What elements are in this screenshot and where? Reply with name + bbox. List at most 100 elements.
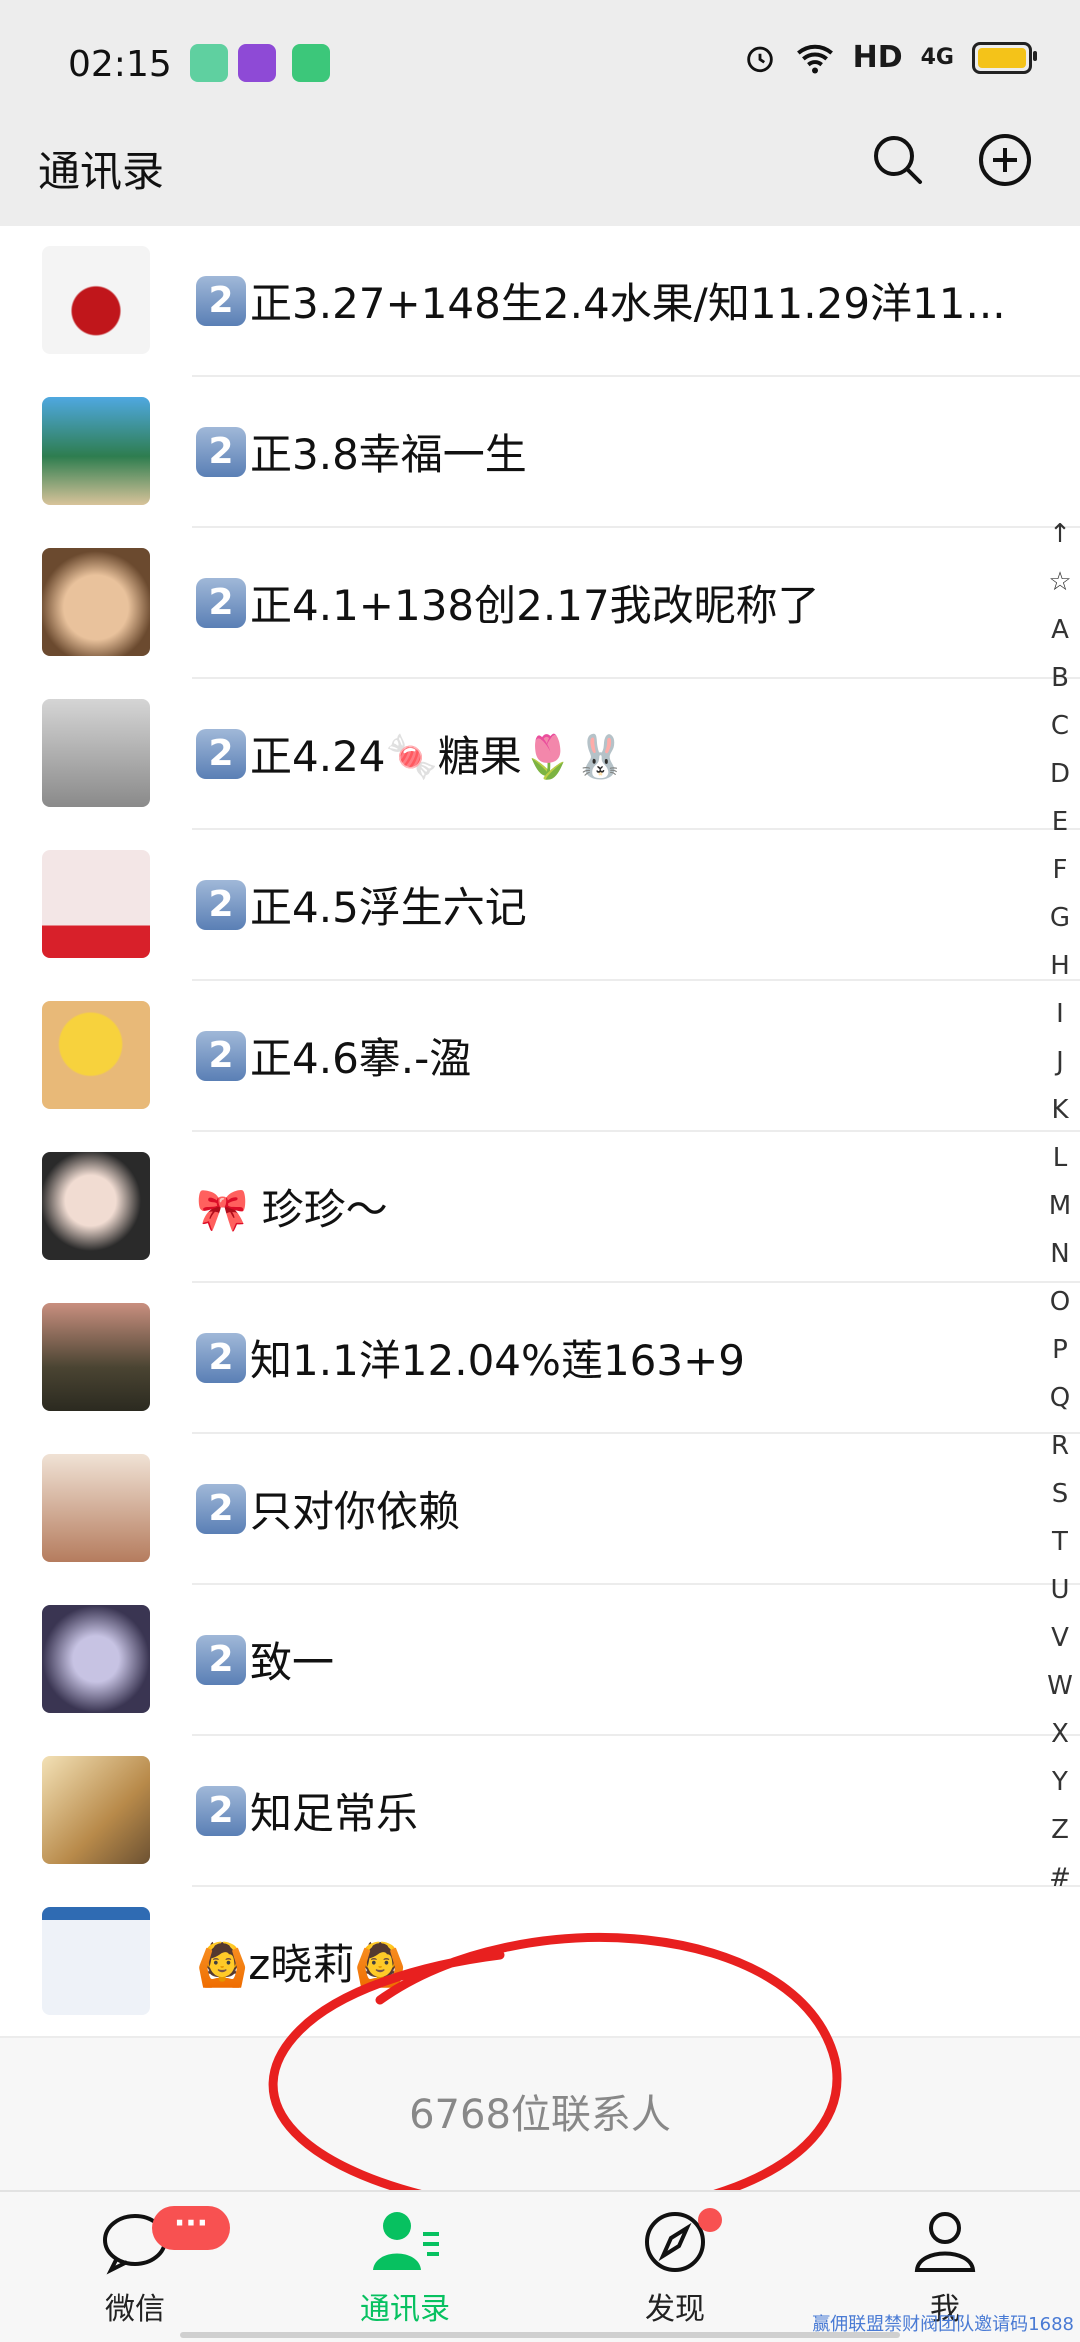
index-letter[interactable]: J [1040, 1038, 1080, 1086]
contact-name: 正4.24🍬糖果🌷🐰 [250, 732, 627, 781]
avatar [42, 1907, 150, 2015]
header: 通讯录 [0, 130, 1080, 226]
contact-row[interactable]: 2 正3.27+148生2.4水果/知11.29洋11... [0, 226, 1080, 377]
tab-discover[interactable]: 发现 [540, 2192, 810, 2342]
avatar [42, 699, 150, 807]
number-badge: 2 [196, 578, 246, 628]
status-right: HD 4G [743, 40, 1037, 75]
contact-name: 正4.5浮生六记 [250, 883, 527, 932]
avatar [42, 1454, 150, 1562]
notification-dot [698, 2208, 722, 2232]
contact-row[interactable]: 🙆z晓莉🙆 [0, 1887, 1080, 2036]
status-app-icon [238, 44, 276, 82]
contact-list: 2 正3.27+148生2.4水果/知11.29洋11... 2 正3.8幸福一生 … [0, 226, 1080, 2036]
index-letter[interactable]: M [1040, 1182, 1080, 1230]
index-letter[interactable]: Q [1040, 1374, 1080, 1422]
contact-name: 正3.8幸福一生 [250, 430, 527, 479]
index-letter[interactable]: R [1040, 1422, 1080, 1470]
watermark: 赢佣联盟禁财阀团队邀请码1688 [812, 2314, 1074, 2335]
contact-name: 正3.27+148生2.4水果/知11.29洋11... [250, 279, 1006, 328]
battery-icon [972, 41, 1037, 74]
contact-row[interactable]: 🎀 珍珍～ [0, 1132, 1080, 1283]
index-letter[interactable]: Z [1040, 1806, 1080, 1854]
network-label: HD [852, 40, 903, 75]
index-letter[interactable]: B [1040, 654, 1080, 702]
contact-row[interactable]: 2 正3.8幸福一生 [0, 377, 1080, 528]
index-letter[interactable]: Y [1040, 1758, 1080, 1806]
contact-name: 知1.1洋12.04%莲163+9 [250, 1336, 746, 1385]
avatar [42, 548, 150, 656]
index-letter[interactable]: E [1040, 798, 1080, 846]
index-letter[interactable]: F [1040, 846, 1080, 894]
contact-name: 致一 [250, 1638, 335, 1687]
index-letter[interactable]: ☆ [1040, 558, 1080, 606]
avatar [42, 1303, 150, 1411]
index-letter[interactable]: V [1040, 1614, 1080, 1662]
contact-row[interactable]: 2 知1.1洋12.04%莲163+9 [0, 1283, 1080, 1434]
contacts-icon [373, 2212, 439, 2270]
number-badge: 2 [196, 427, 246, 477]
number-badge: 2 [196, 729, 246, 779]
index-letter[interactable]: N [1040, 1230, 1080, 1278]
tab-label: 发现 [645, 2292, 705, 2327]
status-app-icon [190, 44, 228, 82]
index-letter[interactable]: D [1040, 750, 1080, 798]
index-letter[interactable]: O [1040, 1278, 1080, 1326]
number-badge: 2 [196, 276, 246, 326]
bottom-tab-bar: ··· 微信 通讯录 发现 我 赢佣联盟禁财阀团队邀请码1688 [0, 2190, 1080, 2342]
number-badge: 2 [196, 1031, 246, 1081]
contact-name: 🙆z晓莉🙆 [196, 1940, 407, 1989]
tab-chats[interactable]: ··· 微信 [0, 2192, 270, 2342]
contact-row[interactable]: 2 正4.24🍬糖果🌷🐰 [0, 679, 1080, 830]
avatar [42, 1152, 150, 1260]
index-letter[interactable]: S [1040, 1470, 1080, 1518]
tab-contacts[interactable]: 通讯录 [270, 2192, 540, 2342]
signal-label: 4G [920, 45, 954, 70]
home-indicator[interactable] [180, 2332, 900, 2338]
index-letter[interactable]: H [1040, 942, 1080, 990]
number-badge: 2 [196, 1786, 246, 1836]
contact-row[interactable]: 2 正4.1+138创2.17我改昵称了 [0, 528, 1080, 679]
add-circle-icon[interactable] [975, 130, 1035, 190]
index-letter[interactable]: I [1040, 990, 1080, 1038]
contact-name: 🎀 珍珍～ [196, 1185, 388, 1234]
contact-row[interactable]: 2 只对你依赖 [0, 1434, 1080, 1585]
alphabet-index[interactable]: ↑ ☆ A B C D E F G H I J K L M N O P Q R S T U V W X Y Z # [1040, 510, 1080, 1902]
index-letter[interactable]: ↑ [1040, 510, 1080, 558]
contact-name: 正4.6搴.-溋 [250, 1034, 472, 1083]
contact-row[interactable]: 2 知足常乐 [0, 1736, 1080, 1887]
contact-name: 知足常乐 [250, 1789, 419, 1838]
avatar [42, 1001, 150, 1109]
index-letter[interactable]: K [1040, 1086, 1080, 1134]
number-badge: 2 [196, 1484, 246, 1534]
avatar [42, 1605, 150, 1713]
contact-row[interactable]: 2 正4.6搴.-溋 [0, 981, 1080, 1132]
index-letter[interactable]: A [1040, 606, 1080, 654]
contact-row[interactable]: 2 致一 [0, 1585, 1080, 1736]
index-letter[interactable]: U [1040, 1566, 1080, 1614]
index-letter[interactable]: X [1040, 1710, 1080, 1758]
number-badge: 2 [196, 1635, 246, 1685]
index-letter[interactable]: P [1040, 1326, 1080, 1374]
index-letter[interactable]: L [1040, 1134, 1080, 1182]
index-letter[interactable]: G [1040, 894, 1080, 942]
avatar [42, 246, 150, 354]
contact-name: 只对你依赖 [250, 1487, 461, 1536]
avatar [42, 850, 150, 958]
status-bar: 02:15 HD 4G [0, 0, 1080, 130]
avatar [42, 1756, 150, 1864]
tab-label: 通讯录 [360, 2292, 450, 2327]
index-letter[interactable]: T [1040, 1518, 1080, 1566]
contact-name: 正4.1+138创2.17我改昵称了 [250, 581, 820, 630]
contact-row[interactable]: 2 正4.5浮生六记 [0, 830, 1080, 981]
page-title: 通讯录 [38, 147, 165, 196]
search-icon[interactable] [868, 130, 928, 190]
index-letter[interactable]: W [1040, 1662, 1080, 1710]
avatar [42, 397, 150, 505]
index-letter[interactable]: C [1040, 702, 1080, 750]
number-badge: 2 [196, 1333, 246, 1383]
alarm-icon [746, 46, 773, 72]
status-app-icon [292, 44, 330, 82]
index-letter[interactable]: # [1040, 1854, 1080, 1902]
unread-badge: ··· [152, 2206, 230, 2250]
